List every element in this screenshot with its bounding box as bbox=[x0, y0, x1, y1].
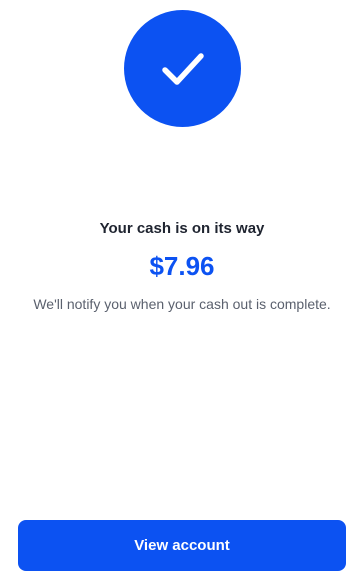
confirmation-content: Your cash is on its way $7.96 We'll noti… bbox=[0, 218, 364, 315]
cash-out-amount: $7.96 bbox=[149, 251, 215, 281]
success-badge bbox=[124, 10, 241, 127]
confirmation-message: We'll notify you when your cash out is c… bbox=[33, 296, 331, 312]
checkmark-icon bbox=[161, 52, 204, 85]
cash-out-success-screen: Your cash is on its way $7.96 We'll noti… bbox=[0, 0, 364, 580]
confirmation-title: Your cash is on its way bbox=[99, 220, 265, 237]
view-account-button[interactable]: View account bbox=[18, 520, 346, 571]
